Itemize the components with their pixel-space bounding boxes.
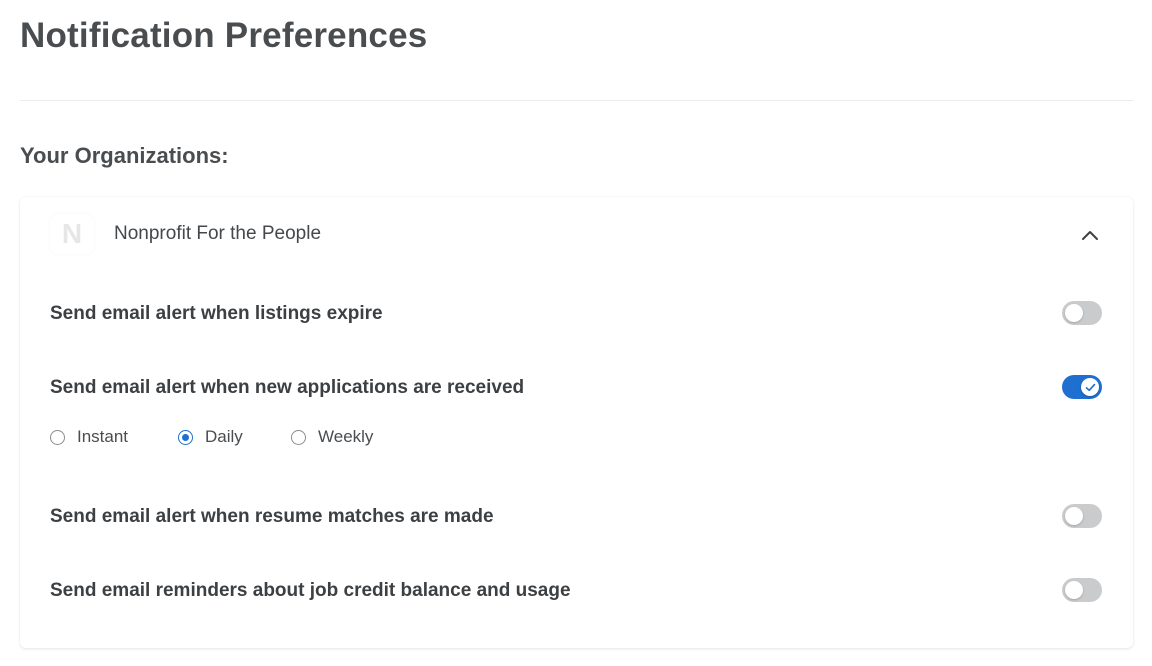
page-title: Notification Preferences <box>20 16 428 55</box>
radio-circle <box>50 429 65 445</box>
toggle-new-applications[interactable] <box>1062 375 1102 399</box>
preference-label: Send email alert when new applications a… <box>50 377 525 398</box>
preference-row-resume-matches: Send email alert when resume matches are… <box>20 498 1133 538</box>
radio-selected-dot <box>182 433 189 441</box>
toggle-knob <box>1065 507 1083 525</box>
toggle-knob <box>1081 378 1099 396</box>
radio-circle <box>291 429 306 445</box>
toggle-listings-expire[interactable] <box>1062 301 1102 325</box>
header-divider <box>20 100 1133 101</box>
radio-label: Daily <box>205 427 243 446</box>
chevron-up-icon <box>1082 231 1098 240</box>
toggle-knob <box>1065 304 1083 322</box>
radio-daily[interactable]: Daily <box>178 425 243 449</box>
radio-instant[interactable]: Instant <box>50 425 128 449</box>
preference-label: Send email alert when listings expire <box>50 303 383 324</box>
radio-circle <box>178 429 193 445</box>
preference-row-listings-expire: Send email alert when listings expire <box>20 295 1133 335</box>
collapse-button[interactable] <box>1076 221 1104 249</box>
organization-card: N Nonprofit For the People Send email al… <box>20 197 1133 648</box>
toggle-resume-matches[interactable] <box>1062 504 1102 528</box>
preference-row-new-applications: Send email alert when new applications a… <box>20 369 1133 409</box>
radio-weekly[interactable]: Weekly <box>291 425 373 449</box>
preference-label: Send email reminders about job credit ba… <box>50 580 571 601</box>
toggle-job-credit-reminders[interactable] <box>1062 578 1102 602</box>
organization-header[interactable]: N Nonprofit For the People <box>20 197 1133 271</box>
toggle-knob <box>1065 581 1083 599</box>
preference-row-job-credit-reminders: Send email reminders about job credit ba… <box>20 572 1133 612</box>
radio-label: Weekly <box>318 427 374 446</box>
check-icon <box>1085 383 1095 391</box>
preference-label: Send email alert when resume matches are… <box>50 506 494 527</box>
section-title: Your Organizations: <box>20 143 229 168</box>
organization-avatar: N <box>50 214 94 254</box>
organization-name: Nonprofit For the People <box>114 223 322 244</box>
radio-label: Instant <box>77 427 129 446</box>
notification-preferences-page: Notification Preferences Your Organizati… <box>0 0 1152 666</box>
